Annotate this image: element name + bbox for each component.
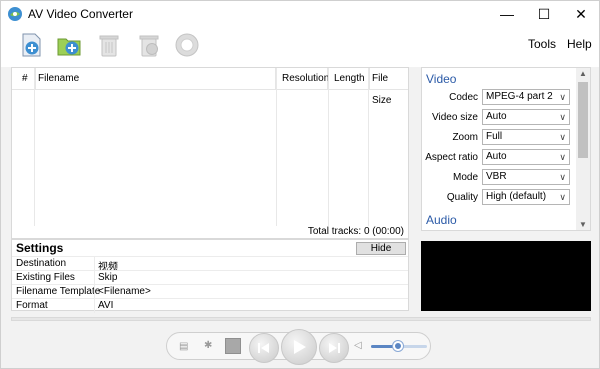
column-resolution[interactable]: Resolution (278, 68, 329, 90)
settings-key: Format (16, 300, 48, 311)
aspect-ratio-label: Aspect ratio (425, 152, 478, 163)
settings-divider (94, 285, 95, 299)
chevron-down-icon: ∨ (559, 92, 566, 102)
settings-row-format[interactable]: Format AVI (12, 298, 408, 313)
hide-button[interactable]: Hide (356, 242, 406, 255)
title-bar: AV Video Converter — ☐ ✕ (1, 1, 599, 27)
column-divider (368, 68, 369, 226)
properties-scrollbar[interactable]: ▲ ▼ (576, 68, 590, 230)
video-preview (421, 241, 591, 311)
conversion-progress-bar (11, 317, 591, 321)
play-button[interactable] (281, 329, 317, 365)
settings-panel: Settings Hide Destination 视频 Existing Fi… (11, 239, 409, 313)
close-button[interactable]: ✕ (563, 1, 599, 27)
settings-row-filename-template[interactable]: Filename Template <Filename> (12, 284, 408, 299)
properties-panel: Video Codec MPEG-4 part 2 ∨ Video size Au… (421, 67, 591, 231)
volume-knob[interactable] (393, 341, 403, 351)
column-divider (276, 68, 277, 226)
zoom-select[interactable]: Full ∨ (482, 129, 570, 145)
next-button[interactable] (319, 333, 349, 363)
scroll-down-icon[interactable]: ▼ (579, 220, 587, 229)
settings-divider (94, 257, 95, 271)
file-list-header: # Filename Resolution Length File Size (12, 68, 410, 106)
speaker-icon[interactable]: ◁ (354, 340, 362, 351)
maximize-button[interactable]: ☐ (526, 1, 562, 27)
add-file-icon[interactable] (17, 31, 45, 59)
settings-key: Destination (16, 258, 67, 269)
file-list[interactable]: # Filename Resolution Length File Size T… (11, 67, 409, 239)
settings-row-existing-files[interactable]: Existing Files Skip (12, 270, 408, 285)
settings-key: Filename Template (16, 286, 101, 297)
settings-key: Existing Files (16, 272, 75, 283)
column-divider (34, 68, 35, 226)
zoom-label: Zoom (452, 132, 478, 143)
video-size-label: Video size (432, 112, 478, 123)
chevron-down-icon: ∨ (559, 132, 566, 142)
clear-icon[interactable] (135, 31, 163, 59)
aspect-ratio-value: Auto (486, 151, 507, 162)
settings-value[interactable]: <Filename> (98, 286, 151, 297)
video-size-value: Auto (486, 111, 507, 122)
convert-icon[interactable] (173, 31, 201, 59)
menu-tools[interactable]: Tools (528, 37, 556, 51)
mode-label: Mode (452, 172, 478, 183)
subtitles-icon[interactable]: ▤ (179, 341, 188, 352)
settings-divider (94, 299, 95, 313)
chevron-down-icon: ∨ (559, 152, 566, 162)
quality-select[interactable]: High (default) ∨ (482, 189, 570, 205)
settings-value[interactable]: AVI (98, 300, 113, 311)
stop-icon[interactable] (225, 338, 241, 354)
app-logo-icon (8, 7, 22, 21)
zoom-value: Full (486, 131, 503, 142)
codec-value: MPEG-4 part 2 (486, 91, 553, 102)
codec-label: Codec (449, 92, 478, 103)
previous-button[interactable] (249, 333, 279, 363)
aspect-ratio-select[interactable]: Auto ∨ (482, 149, 570, 165)
window-title: AV Video Converter (28, 7, 133, 21)
settings-title: Settings (16, 241, 64, 255)
toolbar: Tools Help (1, 27, 599, 67)
app-window: AV Video Converter — ☐ ✕ Tools Help # Fi… (0, 0, 600, 369)
quality-label: Quality (446, 192, 478, 203)
column-filename[interactable]: Filename (34, 68, 276, 90)
codec-select[interactable]: MPEG-4 part 2 ∨ (482, 89, 570, 105)
chevron-down-icon: ∨ (559, 112, 566, 122)
audio-section-title: Audio (426, 213, 457, 227)
mode-value: VBR (486, 171, 507, 182)
chevron-down-icon: ∨ (559, 172, 566, 182)
video-size-select[interactable]: Auto ∨ (482, 109, 570, 125)
mode-select[interactable]: VBR ∨ (482, 169, 570, 185)
column-divider (328, 68, 329, 226)
play-icon (294, 340, 306, 354)
next-icon (329, 343, 340, 353)
scrollbar-thumb[interactable] (578, 82, 588, 158)
snapshot-icon[interactable]: ✱ (204, 340, 212, 351)
total-tracks: Total tracks: 0 (00:00) (307, 226, 404, 237)
quality-value: High (default) (486, 191, 547, 202)
previous-icon (258, 343, 269, 353)
column-length[interactable]: Length (330, 68, 370, 90)
settings-row-destination[interactable]: Destination 视频 (12, 256, 408, 273)
add-folder-icon[interactable] (55, 31, 83, 59)
video-section-title: Video (426, 72, 457, 86)
chevron-down-icon: ∨ (559, 192, 566, 202)
scroll-up-icon[interactable]: ▲ (579, 69, 587, 78)
menu-help[interactable]: Help (567, 37, 592, 51)
remove-icon[interactable] (95, 31, 123, 59)
settings-divider (94, 271, 95, 285)
minimize-button[interactable]: — (489, 1, 525, 27)
settings-value[interactable]: Skip (98, 272, 117, 283)
column-file-size[interactable]: File Size (368, 68, 410, 106)
